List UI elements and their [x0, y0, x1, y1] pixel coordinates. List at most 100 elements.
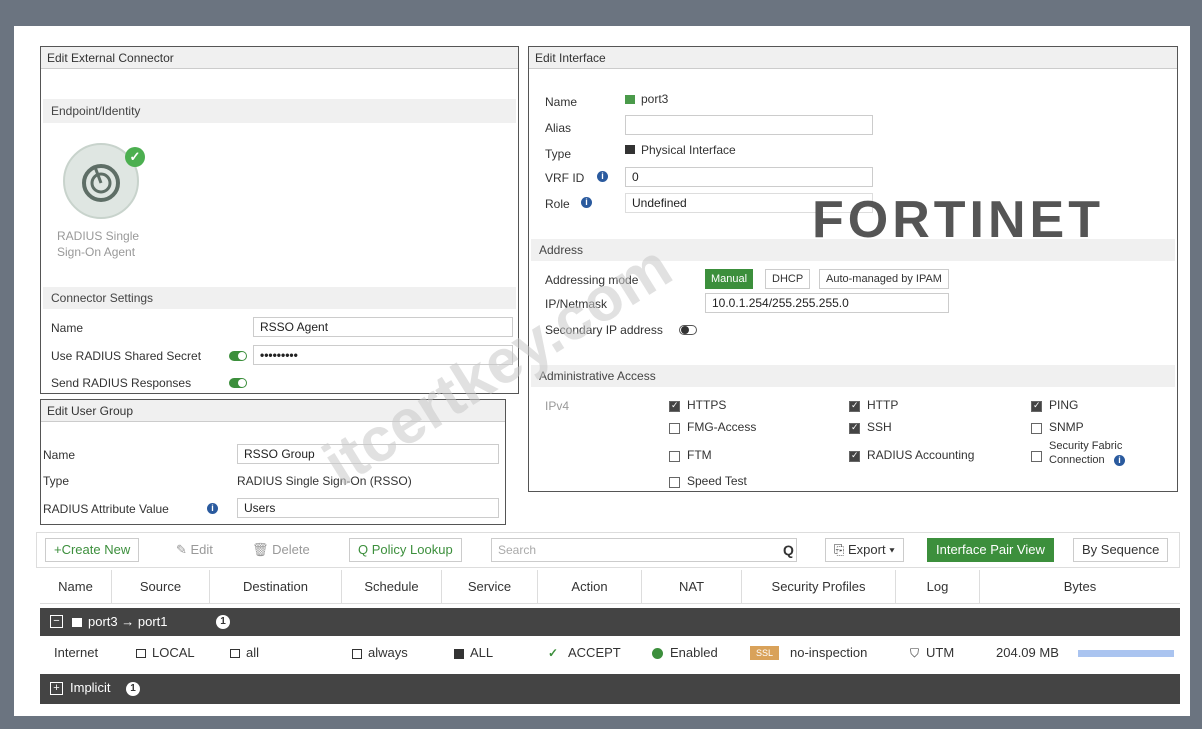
- ping-checkbox[interactable]: [1031, 400, 1042, 412]
- cell-profile: no-inspection: [790, 645, 868, 660]
- http-checkbox[interactable]: [849, 400, 860, 412]
- create-new-button[interactable]: +Create New: [45, 538, 140, 562]
- port-icon: [625, 95, 635, 104]
- if-name-value: port3: [641, 92, 669, 106]
- physical-interface-icon: [625, 145, 635, 154]
- fmg-label: FMG-Access: [687, 420, 757, 434]
- cell-log: UTM: [926, 645, 955, 660]
- col-nat[interactable]: NAT: [642, 570, 742, 604]
- fmg-checkbox[interactable]: [669, 423, 680, 434]
- cell-nat: Enabled: [670, 645, 718, 660]
- radius-accounting-checkbox[interactable]: [849, 450, 860, 462]
- ftm-checkbox[interactable]: [669, 451, 680, 462]
- edit-button[interactable]: ✎ Edit: [167, 538, 222, 562]
- shared-secret-toggle[interactable]: [229, 351, 247, 361]
- pencil-icon: ✎: [176, 542, 191, 557]
- ftm-label: FTM: [687, 448, 712, 462]
- by-sequence-button[interactable]: By Sequence: [1073, 538, 1169, 562]
- plus-icon: +: [54, 542, 62, 557]
- col-source[interactable]: Source: [112, 570, 210, 604]
- ssh-label: SSH: [867, 420, 892, 434]
- alias-input[interactable]: [625, 115, 873, 135]
- attribute-input[interactable]: Users: [237, 498, 499, 518]
- vrf-input[interactable]: 0: [625, 167, 873, 187]
- ssh-checkbox[interactable]: [849, 422, 860, 434]
- group-row-implicit[interactable]: + Implicit 1: [40, 674, 1180, 704]
- cell-schedule: always: [368, 645, 408, 660]
- group-label: Implicit: [70, 680, 111, 695]
- speed-test-label: Speed Test: [687, 474, 747, 488]
- info-icon[interactable]: i: [597, 171, 608, 182]
- panel-title: Edit User Group: [41, 400, 505, 422]
- mode-manual-button[interactable]: Manual: [705, 269, 754, 289]
- if-name-label: Name: [545, 95, 578, 109]
- name-label: Name: [51, 321, 84, 335]
- delete-label: Delete: [272, 542, 310, 557]
- ip-netmask-input[interactable]: 10.0.1.254/255.255.255.0: [705, 293, 949, 313]
- policy-lookup-button[interactable]: Q Policy Lookup: [349, 538, 462, 562]
- cell-source: LOCAL: [152, 645, 195, 660]
- col-service[interactable]: Service: [442, 570, 538, 604]
- ipv4-label: IPv4: [545, 399, 570, 413]
- policy-toolbar: +Create New ✎ Edit 🗑 Delete Q Policy Loo…: [36, 532, 1180, 568]
- ip-netmask-label: IP/Netmask: [545, 297, 608, 311]
- create-new-label: Create New: [61, 542, 131, 557]
- table-row[interactable]: Internet LOCAL all always ALL ✓ ACCEPT E…: [40, 636, 1180, 672]
- interface-panel: Edit Interface Name port3 Alias Type Phy…: [528, 46, 1178, 492]
- shared-secret-input[interactable]: •••••••••: [253, 345, 513, 365]
- group-type-label: Type: [43, 474, 70, 488]
- search-input[interactable]: Search: [491, 538, 797, 562]
- ssl-badge: SSL: [750, 646, 780, 660]
- fabric-label: Security Fabric: [1049, 440, 1123, 452]
- search-icon: Q: [358, 542, 372, 557]
- col-bytes[interactable]: Bytes: [980, 570, 1180, 604]
- cell-action: ACCEPT: [568, 645, 621, 660]
- cell-bytes: 204.09 MB: [996, 645, 1059, 660]
- address-icon: [230, 649, 240, 658]
- info-icon[interactable]: i: [207, 503, 218, 514]
- role-label: Role: [545, 197, 570, 211]
- cell-name: Internet: [54, 645, 99, 660]
- interface-pair-view-button[interactable]: Interface Pair View: [927, 538, 1054, 562]
- address-icon: [136, 649, 146, 658]
- info-icon[interactable]: i: [1114, 455, 1125, 466]
- mode-ipam-button[interactable]: Auto-managed by IPAM: [819, 269, 949, 289]
- search-icon[interactable]: Q: [783, 542, 794, 558]
- agent-label: RADIUS Single: [57, 229, 140, 243]
- connector-name-input[interactable]: RSSO Agent: [253, 317, 513, 337]
- secondary-ip-toggle[interactable]: [679, 325, 697, 335]
- fortinet-logo: FORTINET: [812, 191, 1104, 249]
- addressing-mode-label: Addressing mode: [545, 273, 639, 287]
- mode-dhcp-button[interactable]: DHCP: [765, 269, 811, 289]
- panel-title: Edit Interface: [529, 47, 1177, 69]
- col-schedule[interactable]: Schedule: [342, 570, 442, 604]
- info-icon[interactable]: i: [581, 197, 592, 208]
- type-value: Physical Interface: [641, 143, 736, 157]
- calendar-icon: [352, 649, 362, 659]
- collapse-icon[interactable]: −: [50, 615, 63, 628]
- radius-accounting-label: RADIUS Accounting: [867, 448, 975, 462]
- group-name-input[interactable]: RSSO Group: [237, 444, 499, 464]
- col-action[interactable]: Action: [538, 570, 642, 604]
- send-responses-toggle[interactable]: [229, 378, 247, 388]
- group-name-label: Name: [43, 448, 76, 462]
- cell-destination: all: [246, 645, 260, 660]
- https-checkbox[interactable]: [669, 400, 680, 412]
- user-group-panel: Edit User Group Name RSSO Group Type RAD…: [40, 399, 506, 525]
- connector-settings-header: Connector Settings: [43, 287, 516, 309]
- col-destination[interactable]: Destination: [210, 570, 342, 604]
- expand-icon[interactable]: +: [50, 682, 63, 695]
- col-security-profiles[interactable]: Security Profiles: [742, 570, 896, 604]
- delete-button[interactable]: 🗑 Delete: [243, 538, 319, 562]
- fabric-checkbox[interactable]: [1031, 451, 1042, 462]
- edit-label: Edit: [190, 542, 213, 557]
- admin-access-header: Administrative Access: [531, 365, 1175, 387]
- snmp-checkbox[interactable]: [1031, 423, 1042, 434]
- export-button[interactable]: ⎘ Export ▾: [825, 538, 904, 562]
- col-name[interactable]: Name: [40, 570, 112, 604]
- col-log[interactable]: Log: [896, 570, 980, 604]
- group-row-port3-port1[interactable]: − port3 → port1 1: [40, 608, 1180, 636]
- alias-label: Alias: [545, 121, 572, 135]
- speed-test-checkbox[interactable]: [669, 477, 680, 488]
- port-icon: [72, 618, 82, 627]
